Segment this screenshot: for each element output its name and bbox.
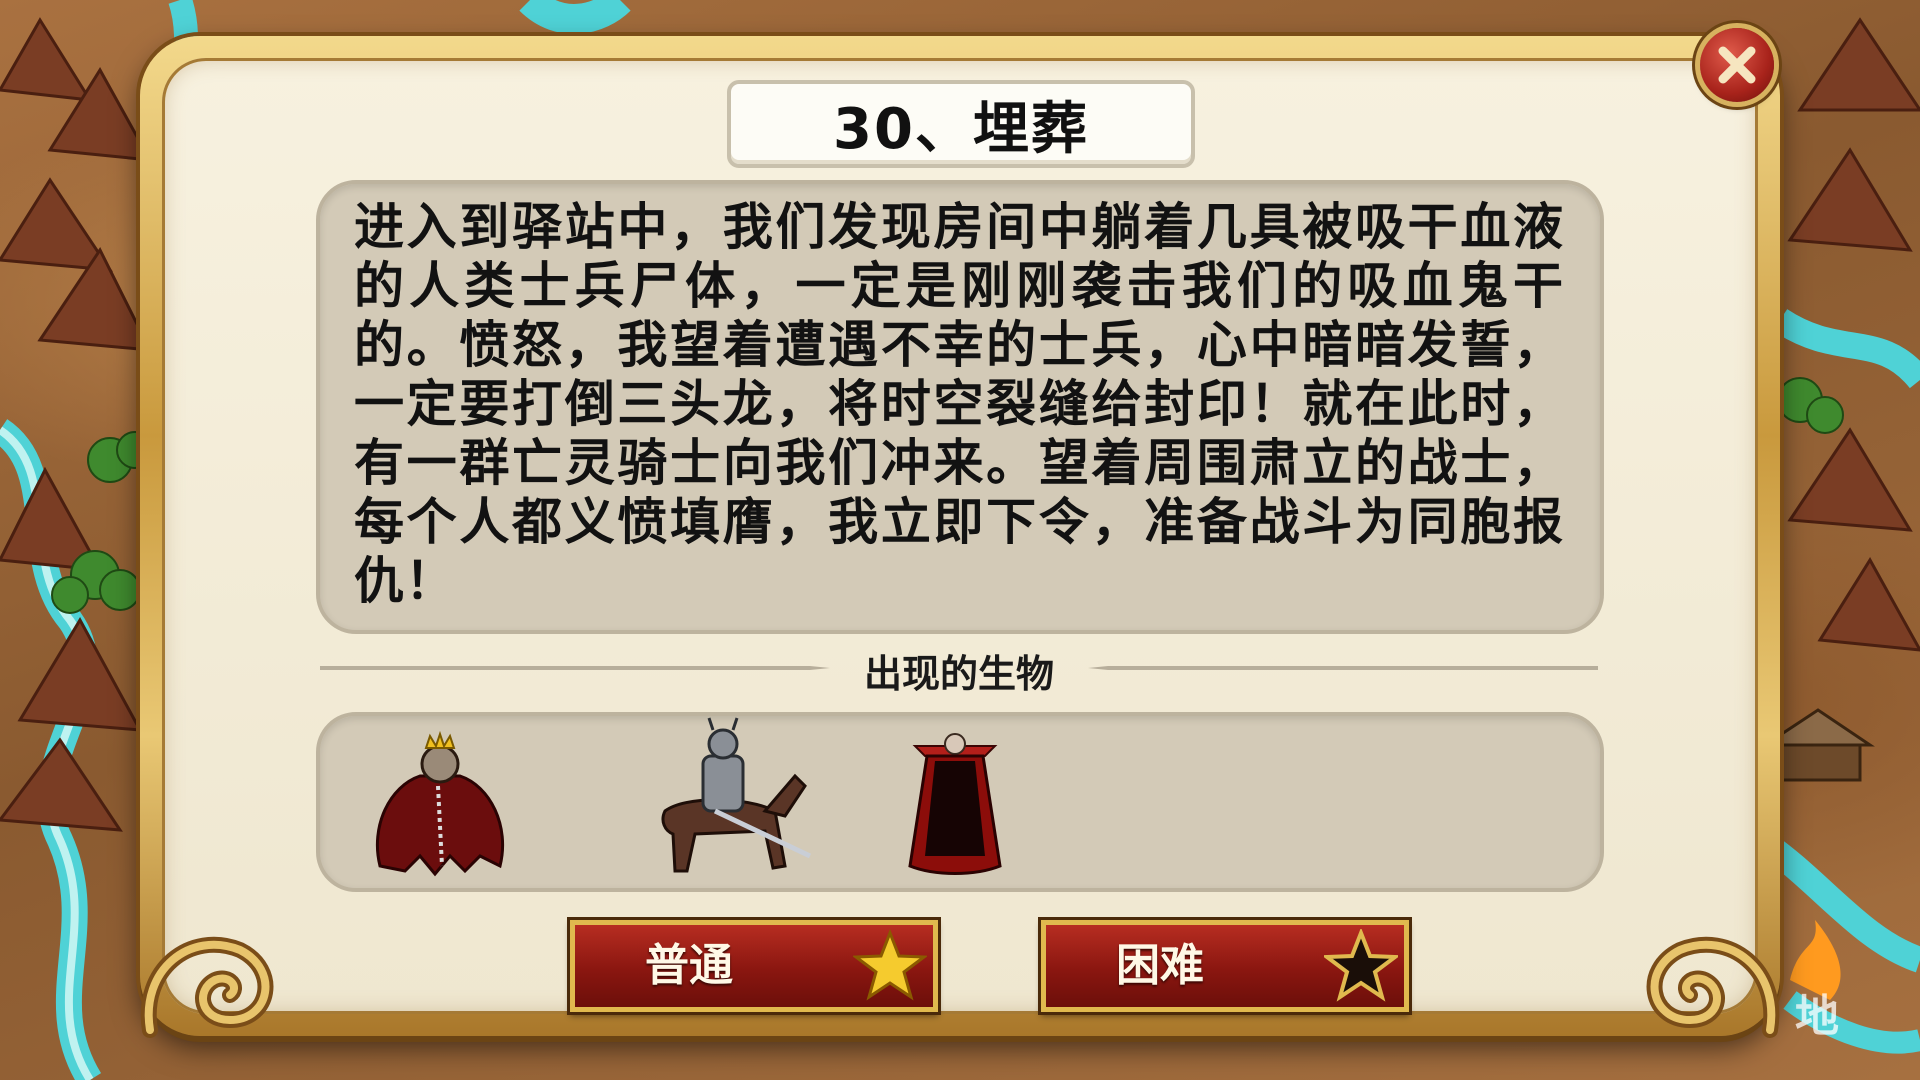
divider-left	[320, 666, 830, 670]
level-title: 30、埋葬	[727, 80, 1195, 168]
hard-mode-label: 困难	[1116, 940, 1204, 991]
gold-star-icon	[853, 929, 927, 1001]
hard-mode-button[interactable]: 困难	[1041, 920, 1409, 1012]
creature-slot-2[interactable]	[625, 716, 825, 888]
normal-mode-label: 普通	[645, 940, 733, 991]
ornament-scroll-left-icon	[140, 936, 274, 1038]
story-panel: 进入到驿站中，我们发现房间中躺着几具被吸干血液的人类士兵尸体，一定是刚刚袭击我们…	[316, 180, 1604, 634]
map-hut-icon	[1760, 708, 1875, 782]
ornament-scroll-right-icon	[1646, 936, 1780, 1038]
creatures-panel	[316, 712, 1604, 892]
normal-mode-button[interactable]: 普通	[570, 920, 938, 1012]
death-knight-rider-icon	[661, 717, 812, 873]
creature-slot-1[interactable]	[350, 716, 530, 888]
close-button[interactable]	[1700, 28, 1774, 102]
creature-slot-3[interactable]	[885, 716, 1025, 888]
close-icon	[1718, 46, 1756, 84]
dark-star-icon	[1324, 929, 1398, 1002]
crowned-vampire-lord-icon	[375, 730, 505, 877]
divider-right	[1088, 666, 1598, 670]
caped-vampire-icon	[908, 733, 1002, 875]
story-text: 进入到驿站中，我们发现房间中躺着几具被吸干血液的人类士兵尸体，一定是刚刚袭击我们…	[354, 198, 1564, 610]
creatures-section-title: 出现的生物	[863, 652, 1054, 696]
map-corner-label: 地	[1795, 991, 1839, 1042]
